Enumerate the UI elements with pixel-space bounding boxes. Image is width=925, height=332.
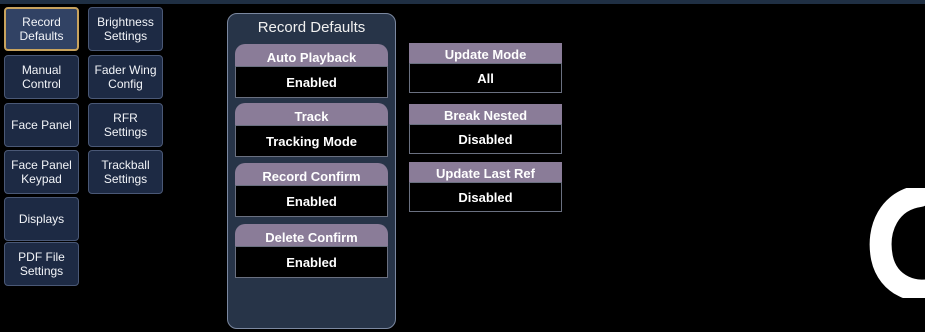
nav-record-defaults[interactable]: Record Defaults [4,7,79,51]
top-bar [0,0,925,4]
brand-logo-icon [869,188,925,298]
nav-face-panel[interactable]: Face Panel [4,103,79,147]
update-mode-label: Update Mode [409,43,562,65]
update-last-ref-value[interactable]: Disabled [409,182,562,212]
update-mode-setting[interactable]: Update Mode All [409,43,562,97]
track-setting[interactable]: Track Tracking Mode [235,103,388,157]
record-confirm-setting[interactable]: Record Confirm Enabled [235,163,388,217]
panel-title: Record Defaults [257,19,366,36]
nav-face-panel-keypad[interactable]: Face Panel Keypad [4,150,79,194]
auto-playback-value[interactable]: Enabled [235,66,388,98]
break-nested-setting[interactable]: Break Nested Disabled [409,104,562,158]
nav-brightness-settings[interactable]: Brightness Settings [88,7,163,51]
break-nested-label: Break Nested [409,104,562,126]
nav-trackball-settings[interactable]: Trackball Settings [88,150,163,194]
nav-fader-wing-config[interactable]: Fader Wing Config [88,55,163,99]
nav-manual-control[interactable]: Manual Control [4,55,79,99]
nav-displays[interactable]: Displays [4,197,79,241]
nav-pdf-file-settings[interactable]: PDF File Settings [4,242,79,286]
auto-playback-setting[interactable]: Auto Playback Enabled [235,44,388,98]
update-last-ref-label: Update Last Ref [409,162,562,184]
nav-rfr-settings[interactable]: RFR Settings [88,103,163,147]
record-defaults-panel: Record Defaults Auto Playback Enabled Tr… [227,13,396,329]
break-nested-value[interactable]: Disabled [409,124,562,154]
record-confirm-value[interactable]: Enabled [235,185,388,217]
update-mode-value[interactable]: All [409,63,562,93]
update-last-ref-setting[interactable]: Update Last Ref Disabled [409,162,562,216]
delete-confirm-setting[interactable]: Delete Confirm Enabled [235,224,388,278]
track-value[interactable]: Tracking Mode [235,125,388,157]
delete-confirm-value[interactable]: Enabled [235,246,388,278]
